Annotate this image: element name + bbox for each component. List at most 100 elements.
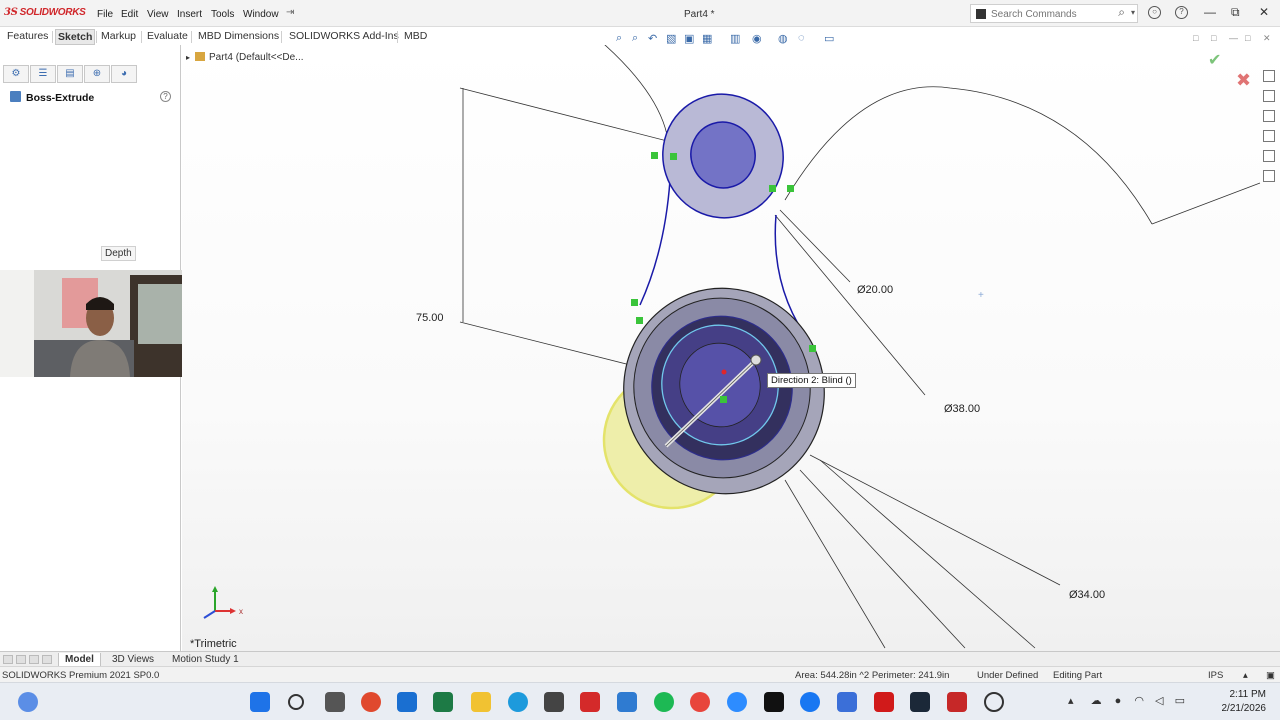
dimension-75[interactable]: 75.00 bbox=[416, 312, 444, 324]
app-red-icon[interactable] bbox=[361, 692, 381, 712]
app-l-icon[interactable] bbox=[580, 692, 600, 712]
edit-appearance-icon[interactable]: ◍ bbox=[778, 32, 788, 45]
menu-insert[interactable]: Insert bbox=[177, 9, 202, 20]
customize-icon[interactable]: ▣ bbox=[1266, 670, 1275, 681]
menu-tools[interactable]: Tools bbox=[211, 9, 234, 20]
outlook-icon[interactable] bbox=[397, 692, 417, 712]
tab-mbd[interactable]: MBD bbox=[402, 29, 429, 45]
webcam-overlay bbox=[0, 270, 190, 377]
panel-tabs: ⚙ ☰ ▤ ⊕ ◕ bbox=[3, 65, 138, 83]
prev-tab-icon[interactable] bbox=[16, 655, 26, 664]
viewport-min-icon[interactable]: — bbox=[1229, 33, 1238, 43]
microphone-icon[interactable]: ● bbox=[1115, 695, 1122, 707]
search-input[interactable] bbox=[991, 7, 1111, 21]
feature-tree-tab-icon[interactable]: ⚙ bbox=[3, 65, 29, 83]
direction2-callout[interactable]: Direction 2: Blind () bbox=[767, 373, 856, 388]
boss-extrude-icon bbox=[10, 91, 21, 102]
previous-view-icon[interactable]: ↶ bbox=[648, 32, 657, 45]
configuration-tab-icon[interactable]: ▤ bbox=[57, 65, 83, 83]
excel-icon[interactable] bbox=[433, 692, 453, 712]
model-geometry[interactable]: + bbox=[182, 45, 1280, 651]
edge-icon[interactable] bbox=[508, 692, 528, 712]
dimension-dia-20[interactable]: Ø20.00 bbox=[857, 284, 893, 296]
pin-icon[interactable]: ⇥ bbox=[286, 7, 294, 18]
facebook-icon[interactable] bbox=[800, 692, 820, 712]
tab-features[interactable]: Features bbox=[5, 29, 50, 45]
tab-model[interactable]: Model bbox=[58, 653, 101, 667]
battery-icon[interactable]: ▭ bbox=[1175, 695, 1185, 707]
task-view-icon[interactable] bbox=[325, 692, 345, 712]
tab-addins[interactable]: SOLIDWORKS Add-Ins bbox=[287, 29, 401, 45]
divider bbox=[397, 31, 398, 43]
zoom-area-icon[interactable]: ⌕ bbox=[632, 32, 638, 45]
tab-markup[interactable]: Markup bbox=[99, 29, 138, 45]
first-tab-icon[interactable] bbox=[3, 655, 13, 664]
display-style-icon[interactable]: ▥ bbox=[730, 32, 740, 45]
solidworks-logo[interactable]: 3S SOLIDWORKS bbox=[4, 7, 86, 18]
search-icon[interactable]: ⌕ bbox=[1118, 5, 1125, 20]
section-view-icon[interactable]: ▧ bbox=[666, 32, 676, 45]
close-button[interactable]: ✕ bbox=[1259, 5, 1269, 19]
help-icon[interactable]: ? bbox=[1175, 6, 1188, 19]
minimize-button[interactable]: — bbox=[1204, 5, 1216, 19]
viewport-max-icon[interactable]: □ bbox=[1245, 33, 1250, 43]
menu-window[interactable]: Window bbox=[243, 9, 279, 20]
cloud-icon[interactable]: ☁ bbox=[1091, 695, 1102, 707]
display-manager-tab-icon[interactable]: ◕ bbox=[111, 65, 137, 83]
tab-3d-views[interactable]: 3D Views bbox=[106, 653, 160, 667]
search-icon[interactable] bbox=[288, 694, 304, 710]
volume-icon[interactable]: ◁ bbox=[1155, 695, 1163, 707]
dimxpert-tab-icon[interactable]: ⊕ bbox=[84, 65, 110, 83]
windows-start-icon[interactable] bbox=[250, 692, 270, 712]
spotify-icon[interactable] bbox=[654, 692, 674, 712]
status-product: SOLIDWORKS Premium 2021 SP0.0 bbox=[2, 670, 160, 681]
dimension-dia-38[interactable]: Ø38.00 bbox=[944, 403, 980, 415]
view-orientation-icon[interactable]: ▦ bbox=[702, 32, 712, 45]
app-blue-icon[interactable] bbox=[837, 692, 857, 712]
tiktok-icon[interactable] bbox=[764, 692, 784, 712]
menu-view[interactable]: View bbox=[147, 9, 169, 20]
apply-scene-icon[interactable]: ◌ bbox=[798, 32, 805, 44]
viewport-close-icon[interactable]: ✕ bbox=[1263, 33, 1271, 44]
search-mode-icon[interactable] bbox=[976, 9, 986, 19]
dynamic-annotation-icon[interactable]: ▣ bbox=[684, 32, 694, 45]
depth-tooltip: Depth bbox=[101, 246, 136, 261]
chevron-down-icon[interactable]: ▾ bbox=[1131, 8, 1135, 17]
search-commands[interactable]: ⌕ ▾ bbox=[970, 4, 1138, 23]
tab-motion-study[interactable]: Motion Study 1 bbox=[166, 653, 245, 667]
view-settings-icon[interactable]: ▭ bbox=[824, 32, 834, 45]
copilot-icon[interactable] bbox=[18, 692, 38, 712]
dimension-dia-34[interactable]: Ø34.00 bbox=[1069, 589, 1105, 601]
clock[interactable]: 2:11 PM 2/21/2026 bbox=[1214, 688, 1267, 716]
netflix-icon[interactable] bbox=[874, 692, 894, 712]
status-units[interactable]: IPS bbox=[1208, 670, 1223, 681]
steam-icon[interactable] bbox=[910, 692, 930, 712]
chrome-icon[interactable] bbox=[690, 692, 710, 712]
tab-evaluate[interactable]: Evaluate bbox=[145, 29, 190, 45]
viewport-tile-icon[interactable]: □ bbox=[1193, 33, 1198, 43]
hide-show-icon[interactable]: ◉ bbox=[752, 32, 762, 45]
file-explorer-icon[interactable] bbox=[471, 692, 491, 712]
zoom-icon[interactable] bbox=[727, 692, 747, 712]
ms-store-icon[interactable] bbox=[544, 692, 564, 712]
tab-mbd-dimensions[interactable]: MBD Dimensions bbox=[196, 29, 281, 45]
wifi-icon[interactable]: ◠ bbox=[1134, 695, 1144, 707]
tab-sketch[interactable]: Sketch bbox=[55, 29, 96, 45]
app-circle-icon[interactable] bbox=[984, 692, 1004, 712]
chevron-up-icon[interactable]: ▴ bbox=[1068, 695, 1074, 707]
property-manager-tab-icon[interactable]: ☰ bbox=[30, 65, 56, 83]
user-icon[interactable]: ○ bbox=[1148, 6, 1161, 19]
viewport-restore-icon[interactable]: □ bbox=[1211, 33, 1216, 43]
app-stylus-icon[interactable] bbox=[617, 692, 637, 712]
chevron-up-icon[interactable]: ▴ bbox=[1243, 670, 1248, 681]
restore-button[interactable]: ⧉ bbox=[1231, 5, 1240, 20]
zoom-to-fit-icon[interactable]: ⌕ bbox=[616, 32, 622, 45]
last-tab-icon[interactable] bbox=[42, 655, 52, 664]
divider bbox=[191, 31, 192, 43]
menu-edit[interactable]: Edit bbox=[121, 9, 138, 20]
next-tab-icon[interactable] bbox=[29, 655, 39, 664]
menu-file[interactable]: File bbox=[97, 9, 113, 20]
bottom-tabs-bar: Model 3D Views Motion Study 1 bbox=[0, 651, 1280, 667]
help-icon[interactable]: ? bbox=[160, 91, 171, 102]
solidworks-icon[interactable] bbox=[947, 692, 967, 712]
